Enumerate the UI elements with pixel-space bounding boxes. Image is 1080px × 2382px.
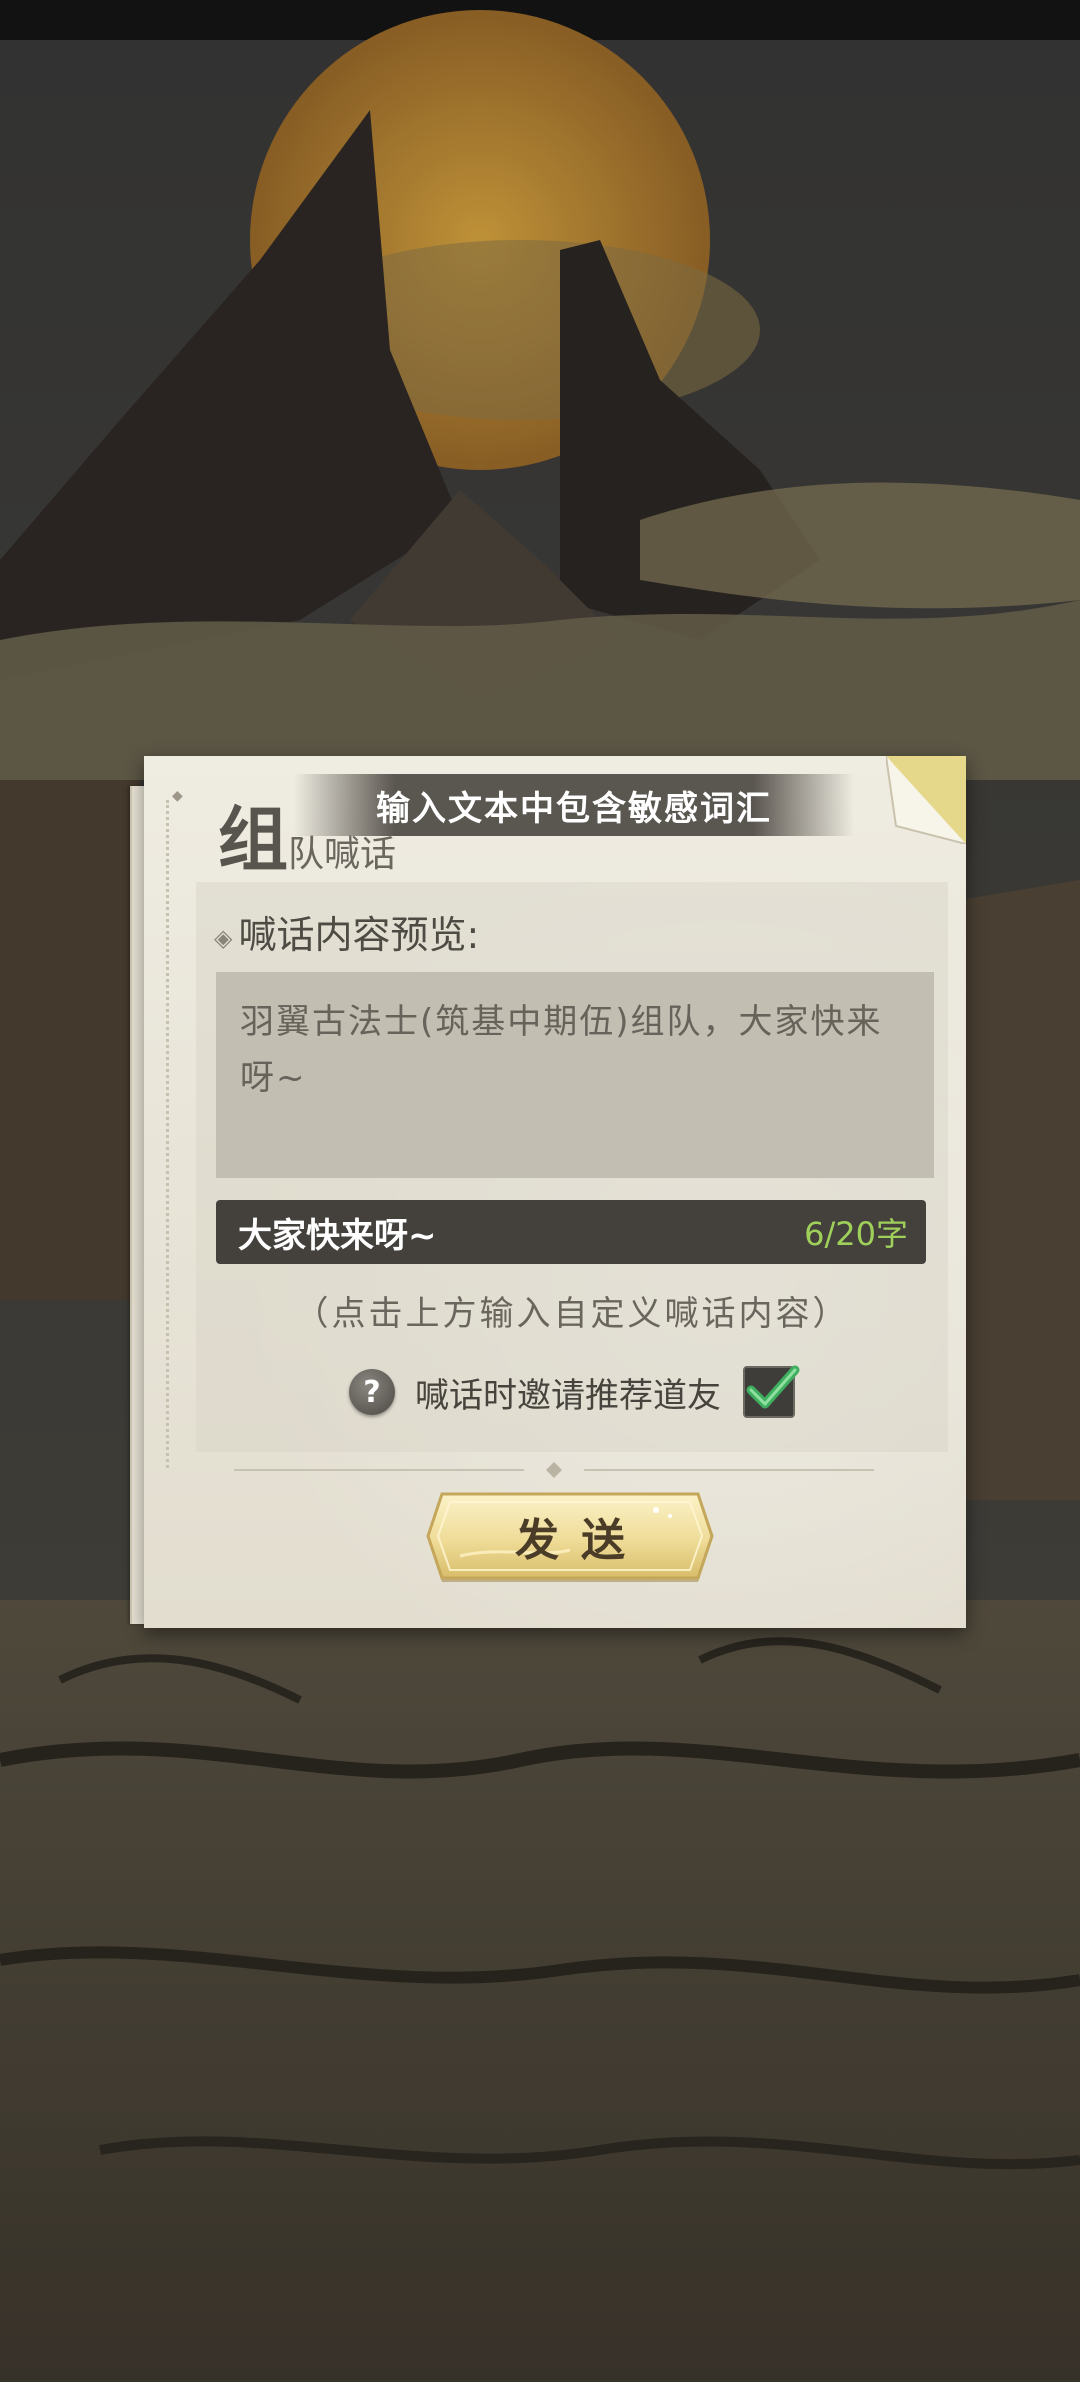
send-button[interactable]: 发送 bbox=[420, 1486, 720, 1586]
preview-label-text: 喊话内容预览: bbox=[238, 913, 480, 957]
game-scene: ◆ 组队喊话 输入文本中包含敏感词汇 ◈ 喊话内容预览: 羽翼古法士(筑基中期伍)… bbox=[0, 0, 1080, 2382]
send-label: 发送 bbox=[515, 1515, 647, 1566]
team-shout-dialog: ◆ 组队喊话 输入文本中包含敏感词汇 ◈ 喊话内容预览: 羽翼古法士(筑基中期伍)… bbox=[128, 756, 966, 1628]
invite-label: 喊话时邀请推荐道友 bbox=[415, 1375, 721, 1416]
diamond-icon: ◆ bbox=[172, 788, 183, 804]
preview-heading: ◈ 喊话内容预览: bbox=[214, 904, 479, 959]
help-icon[interactable]: ? bbox=[349, 1369, 395, 1415]
invite-option-row: ? 喊话时邀请推荐道友 bbox=[196, 1362, 948, 1422]
diamond-icon: ◈ bbox=[214, 923, 233, 952]
input-value: 大家快来呀~ bbox=[238, 1215, 437, 1256]
preview-text: 羽翼古法士(筑基中期伍)组队，大家快来呀~ bbox=[216, 972, 934, 1178]
invite-checkbox[interactable] bbox=[743, 1365, 800, 1418]
input-hint: （点击上方输入自定义喊话内容） bbox=[294, 1294, 850, 1334]
divider bbox=[234, 1462, 874, 1478]
page-fold-icon bbox=[886, 756, 966, 844]
char-count: 6/20字 bbox=[804, 1215, 908, 1253]
sensitive-word-toast: 输入文本中包含敏感词汇 bbox=[294, 774, 854, 836]
shout-text-input[interactable]: 大家快来呀~ 6/20字 bbox=[216, 1200, 926, 1264]
check-icon bbox=[746, 1365, 800, 1409]
dialog-paper: ◆ 组队喊话 输入文本中包含敏感词汇 ◈ 喊话内容预览: 羽翼古法士(筑基中期伍)… bbox=[144, 756, 966, 1628]
title-big-char: 组 bbox=[218, 799, 288, 881]
content-panel: ◈ 喊话内容预览: 羽翼古法士(筑基中期伍)组队，大家快来呀~ 大家快来呀~ 6/… bbox=[196, 882, 948, 1452]
